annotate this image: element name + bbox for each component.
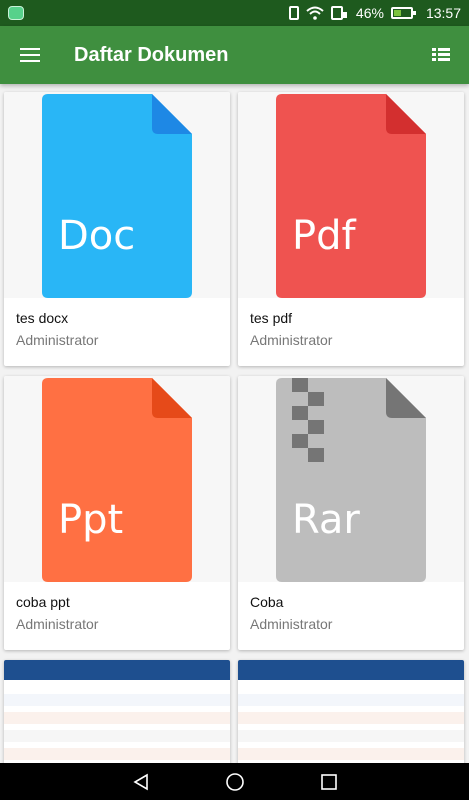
document-name: Coba xyxy=(250,594,284,610)
doc-file-icon: Doc xyxy=(42,94,192,298)
file-thumbnail: Pdf xyxy=(238,92,464,298)
ppt-file-icon: Ppt xyxy=(42,378,192,582)
file-thumbnail: Ppt xyxy=(4,376,230,582)
file-thumbnail: Doc xyxy=(4,92,230,298)
sim-signal-icon xyxy=(330,6,347,20)
file-type-label: Ppt xyxy=(58,497,123,543)
document-card[interactable]: Ppt coba ppt Administrator xyxy=(4,376,230,650)
webpage-thumbnail xyxy=(238,660,464,763)
home-circle-icon xyxy=(225,772,244,791)
document-name: coba ppt xyxy=(16,594,70,610)
document-grid: Doc tes docx Administrator Pdf tes pdf A… xyxy=(0,84,469,763)
page-title: Daftar Dokumen xyxy=(74,43,229,66)
view-toggle-button[interactable] xyxy=(413,26,469,84)
document-card[interactable]: Rar Coba Administrator xyxy=(238,376,464,650)
document-owner: Administrator xyxy=(16,616,99,632)
back-triangle-icon xyxy=(132,773,148,790)
file-thumbnail: Rar xyxy=(238,376,464,582)
clock: 13:57 xyxy=(425,5,461,21)
recents-button[interactable] xyxy=(317,770,341,794)
file-type-label: Rar xyxy=(292,497,360,543)
file-type-label: Doc xyxy=(58,213,135,259)
system-nav-bar xyxy=(0,763,469,800)
recents-square-icon xyxy=(320,773,337,790)
document-card[interactable]: Doc tes docx Administrator xyxy=(4,92,230,366)
document-card[interactable] xyxy=(238,660,464,763)
file-type-label: Pdf xyxy=(292,213,357,259)
document-owner: Administrator xyxy=(250,616,333,632)
status-bar: 46% 13:57 xyxy=(0,0,469,26)
back-button[interactable] xyxy=(129,770,153,794)
app-bar: Daftar Dokumen xyxy=(0,26,469,84)
document-owner: Administrator xyxy=(250,332,333,348)
webpage-thumbnail xyxy=(4,660,230,763)
vibrate-icon xyxy=(288,6,299,20)
wifi-icon xyxy=(306,6,324,20)
document-card[interactable]: Pdf tes pdf Administrator xyxy=(238,92,464,366)
menu-button[interactable] xyxy=(0,26,60,84)
document-name: tes pdf xyxy=(250,310,293,326)
document-name: tes docx xyxy=(16,310,69,326)
battery-percent: 46% xyxy=(355,5,384,21)
battery-icon xyxy=(390,7,416,19)
pdf-file-icon: Pdf xyxy=(276,94,426,298)
list-view-icon xyxy=(432,48,450,62)
notification-app-icon xyxy=(8,6,24,20)
hamburger-menu-icon xyxy=(20,48,40,62)
document-owner: Administrator xyxy=(16,332,99,348)
home-button[interactable] xyxy=(223,770,247,794)
rar-file-icon: Rar xyxy=(276,378,426,582)
document-card[interactable] xyxy=(4,660,230,763)
